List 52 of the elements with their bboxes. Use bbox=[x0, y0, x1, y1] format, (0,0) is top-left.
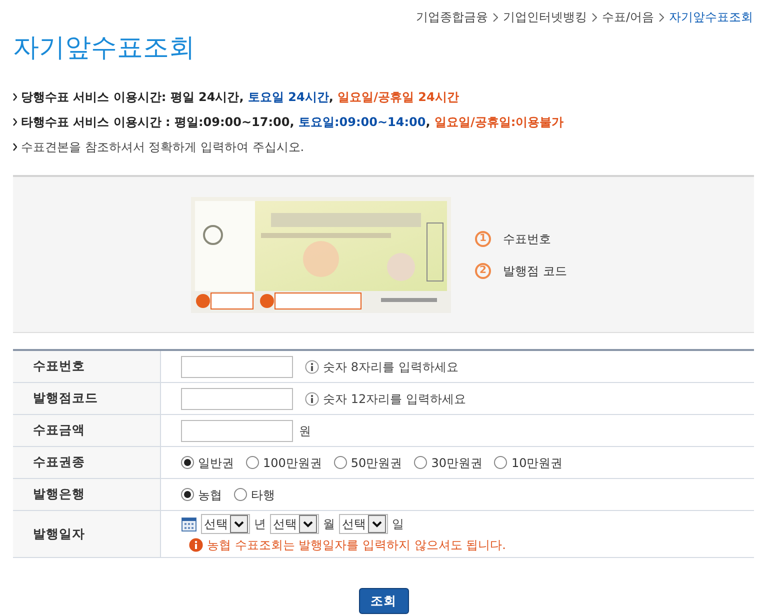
note-text: 농협 수표조회는 발행일자를 입력하지 않으셔도 됩니다. bbox=[207, 537, 506, 554]
input-field[interactable] bbox=[181, 388, 293, 410]
radio-option[interactable]: 50만원권 bbox=[334, 454, 402, 472]
dropdown[interactable]: 선택 bbox=[339, 514, 388, 534]
legend-label: 수표번호 bbox=[503, 230, 551, 248]
bullet-icon bbox=[13, 92, 17, 100]
row-label: 발행일자 bbox=[13, 511, 161, 557]
radio-option[interactable]: 일반권 bbox=[181, 454, 234, 472]
notice-text: 당행수표 서비스 이용시간: 평일 24시간, 토요일 24시간, 일요일/공휴일 24시간 bbox=[21, 88, 459, 106]
breadcrumb-link[interactable]: 자기앞수표조회 bbox=[669, 8, 753, 26]
search-button[interactable]: 조회 bbox=[358, 588, 408, 614]
row-label: 수표금액 bbox=[13, 415, 161, 446]
row-label: 수표권종 bbox=[13, 447, 161, 478]
hint-text: 숫자 12자리를 입력하세요 bbox=[323, 390, 466, 408]
info-icon bbox=[189, 538, 203, 552]
radio-option[interactable]: 10만원권 bbox=[494, 454, 563, 472]
breadcrumb-link[interactable]: 수표/어음 bbox=[602, 8, 654, 26]
calendar-icon[interactable] bbox=[181, 516, 197, 532]
row-label: 발행은행 bbox=[13, 479, 161, 510]
breadcrumb-link[interactable]: 기업인터넷뱅킹 bbox=[502, 8, 587, 26]
hint-text: 숫자 8자리를 입력하세요 bbox=[323, 358, 458, 376]
bullet-icon bbox=[13, 118, 17, 126]
breadcrumb-link[interactable]: 기업종합금융 bbox=[416, 8, 488, 26]
legend-label: 발행점 코드 bbox=[503, 262, 567, 280]
unit-label: 원 bbox=[299, 422, 311, 440]
caret-icon[interactable] bbox=[368, 515, 386, 533]
radio-option[interactable]: 농협 bbox=[181, 486, 222, 504]
date-unit: 일 bbox=[392, 516, 404, 533]
caret-icon[interactable] bbox=[299, 515, 317, 533]
page-title: 자기앞수표조회 bbox=[13, 32, 196, 64]
chevron-icon bbox=[492, 12, 498, 22]
number-badge: 1 bbox=[475, 230, 491, 246]
number-badge: 2 bbox=[475, 262, 491, 278]
info-icon bbox=[305, 360, 319, 374]
dropdown[interactable]: 선택 bbox=[270, 514, 319, 534]
input-field[interactable] bbox=[181, 420, 293, 442]
date-unit: 월 bbox=[323, 516, 335, 533]
dropdown[interactable]: 선택 bbox=[201, 514, 250, 534]
notice-text: 타행수표 서비스 이용시간 : 평일:09:00~17:00, 토요일:09:00~14:00, 일요일/공휴일:이용불가 bbox=[21, 114, 564, 130]
row-label: 수표번호 bbox=[13, 351, 161, 382]
date-unit: 년 bbox=[254, 516, 266, 533]
chevron-icon bbox=[659, 12, 664, 22]
input-field[interactable] bbox=[181, 356, 293, 378]
info-icon bbox=[305, 392, 319, 406]
notice-text: 수표견본을 참조하셔서 정확하게 입력하여 주십시오. bbox=[21, 138, 304, 156]
row-label: 발행점코드 bbox=[13, 383, 161, 414]
radio-option[interactable]: 100만원권 bbox=[246, 454, 322, 472]
bullet-icon bbox=[13, 142, 17, 150]
chevron-icon bbox=[592, 12, 597, 22]
caret-icon[interactable] bbox=[230, 515, 248, 533]
radio-option[interactable]: 30만원권 bbox=[414, 454, 482, 472]
radio-option[interactable]: 타행 bbox=[234, 486, 275, 504]
